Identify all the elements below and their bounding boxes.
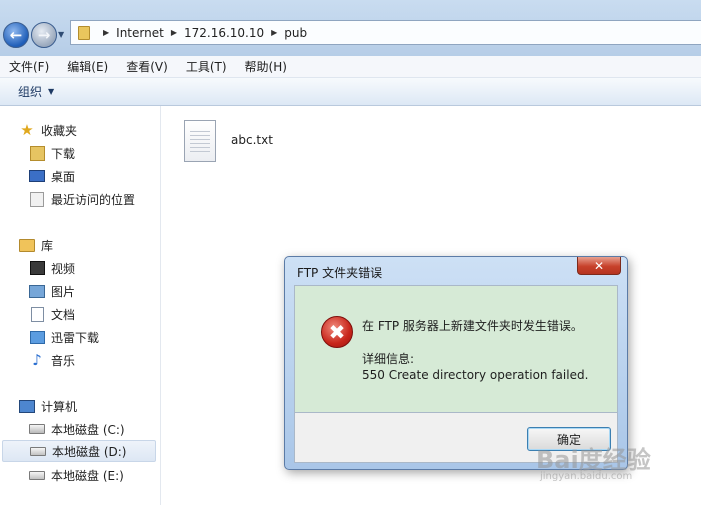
nav-computer[interactable]: 计算机	[19, 395, 77, 417]
nav-label: 本地磁盘 (E:)	[51, 468, 124, 483]
nav-item-pictures[interactable]: 图片	[29, 280, 75, 302]
pictures-icon	[29, 284, 45, 298]
breadcrumb-host[interactable]: 172.16.10.10	[184, 26, 264, 40]
navigation-pane: ★ 收藏夹 下载 桌面 最近访问的位置 库 视频 图片 文档 迅雷下载 ♪ 音乐…	[0, 106, 161, 505]
error-dialog: FTP 文件夹错误 ✕ ✖ 在 FTP 服务器上新建文件夹时发生错误。 详细信息…	[284, 256, 628, 470]
nav-item-drive-d[interactable]: 本地磁盘 (D:)	[2, 440, 156, 462]
nav-item-music[interactable]: ♪ 音乐	[29, 349, 75, 371]
nav-item-videos[interactable]: 视频	[29, 257, 75, 279]
back-button[interactable]: ←	[3, 22, 29, 48]
address-toolbar: ← → ▼ ▶ Internet ▶ 172.16.10.10 ▶ pub	[0, 0, 701, 56]
detail-label: 详细信息:	[362, 352, 415, 366]
folder-icon	[78, 25, 90, 40]
nav-label: 本地磁盘 (D:)	[52, 444, 127, 459]
desktop-icon	[29, 169, 45, 183]
drive-icon	[30, 444, 46, 458]
dialog-body: ✖ 在 FTP 服务器上新建文件夹时发生错误。 详细信息: 550 Create…	[294, 285, 618, 413]
nav-item-drive-e[interactable]: 本地磁盘 (E:)	[29, 464, 124, 486]
menu-edit[interactable]: 编辑(E)	[58, 58, 117, 75]
error-detail: 550 Create directory operation failed.	[362, 368, 589, 382]
dialog-title: FTP 文件夹错误	[297, 266, 383, 280]
downloads-folder-icon	[29, 145, 45, 161]
nav-label: 桌面	[51, 169, 76, 184]
nav-label: 最近访问的位置	[51, 192, 136, 207]
back-arrow-icon: ←	[9, 26, 23, 44]
watermark-logo: Bai度经验	[536, 446, 651, 474]
recent-places-icon	[29, 191, 45, 207]
menu-file[interactable]: 文件(F)	[0, 58, 58, 75]
library-icon	[19, 238, 35, 252]
file-name: abc.txt	[231, 133, 273, 147]
forward-arrow-icon: →	[37, 26, 51, 44]
error-icon: ✖	[321, 316, 353, 348]
nav-label: 下载	[51, 146, 76, 161]
nav-label: 音乐	[51, 353, 76, 368]
organize-button[interactable]: 组织 ▼	[18, 83, 54, 100]
drive-icon	[29, 468, 45, 482]
nav-item-documents[interactable]: 文档	[29, 303, 75, 325]
command-bar: 组织 ▼	[0, 78, 701, 106]
nav-favorites[interactable]: ★ 收藏夹	[19, 119, 77, 141]
nav-label: 迅雷下载	[51, 330, 100, 345]
error-message: 在 FTP 服务器上新建文件夹时发生错误。	[362, 319, 583, 333]
system-drive-icon	[29, 422, 45, 436]
star-icon: ★	[20, 121, 34, 139]
organize-label: 组织	[18, 85, 43, 99]
nav-item-recent-places[interactable]: 最近访问的位置	[29, 188, 135, 210]
file-item[interactable]: abc.txt	[184, 120, 273, 162]
breadcrumb-internet[interactable]: Internet	[116, 26, 164, 40]
breadcrumb-arrow-icon[interactable]: ▶	[103, 28, 109, 37]
close-icon: ✕	[593, 258, 605, 273]
breadcrumb-arrow-icon[interactable]: ▶	[271, 28, 277, 37]
nav-label: 视频	[51, 261, 76, 276]
nav-label: 文档	[51, 307, 76, 322]
breadcrumb-arrow-icon[interactable]: ▶	[171, 28, 177, 37]
recent-pages-dropdown[interactable]: ▼	[58, 30, 68, 40]
nav-item-drive-c[interactable]: 本地磁盘 (C:)	[29, 418, 125, 440]
breadcrumb-pub[interactable]: pub	[284, 26, 307, 40]
menu-view[interactable]: 查看(V)	[117, 58, 177, 75]
watermark-url: jingyan.baidu.com	[540, 471, 633, 482]
documents-icon	[29, 306, 45, 322]
computer-icon	[19, 399, 35, 413]
close-button[interactable]: ✕	[577, 257, 621, 275]
nav-libraries[interactable]: 库	[19, 234, 53, 256]
nav-item-desktop[interactable]: 桌面	[29, 165, 75, 187]
nav-label: 本地磁盘 (C:)	[51, 422, 125, 437]
menu-tools[interactable]: 工具(T)	[177, 58, 236, 75]
nav-label: 收藏夹	[41, 123, 78, 138]
nav-item-xunlei-downloads[interactable]: 迅雷下载	[29, 326, 99, 348]
menu-help[interactable]: 帮助(H)	[236, 58, 296, 75]
chevron-down-icon: ▼	[48, 87, 55, 96]
text-file-icon	[184, 120, 216, 162]
music-note-icon: ♪	[32, 351, 42, 369]
xunlei-icon	[29, 330, 45, 344]
nav-item-downloads[interactable]: 下载	[29, 142, 75, 164]
menu-bar: 文件(F) 编辑(E) 查看(V) 工具(T) 帮助(H)	[0, 56, 701, 78]
address-bar[interactable]: ▶ Internet ▶ 172.16.10.10 ▶ pub	[70, 20, 701, 45]
nav-label: 计算机	[41, 399, 78, 414]
forward-button[interactable]: →	[31, 22, 57, 48]
video-icon	[29, 261, 45, 275]
nav-label: 图片	[51, 284, 76, 299]
nav-label: 库	[41, 238, 54, 253]
